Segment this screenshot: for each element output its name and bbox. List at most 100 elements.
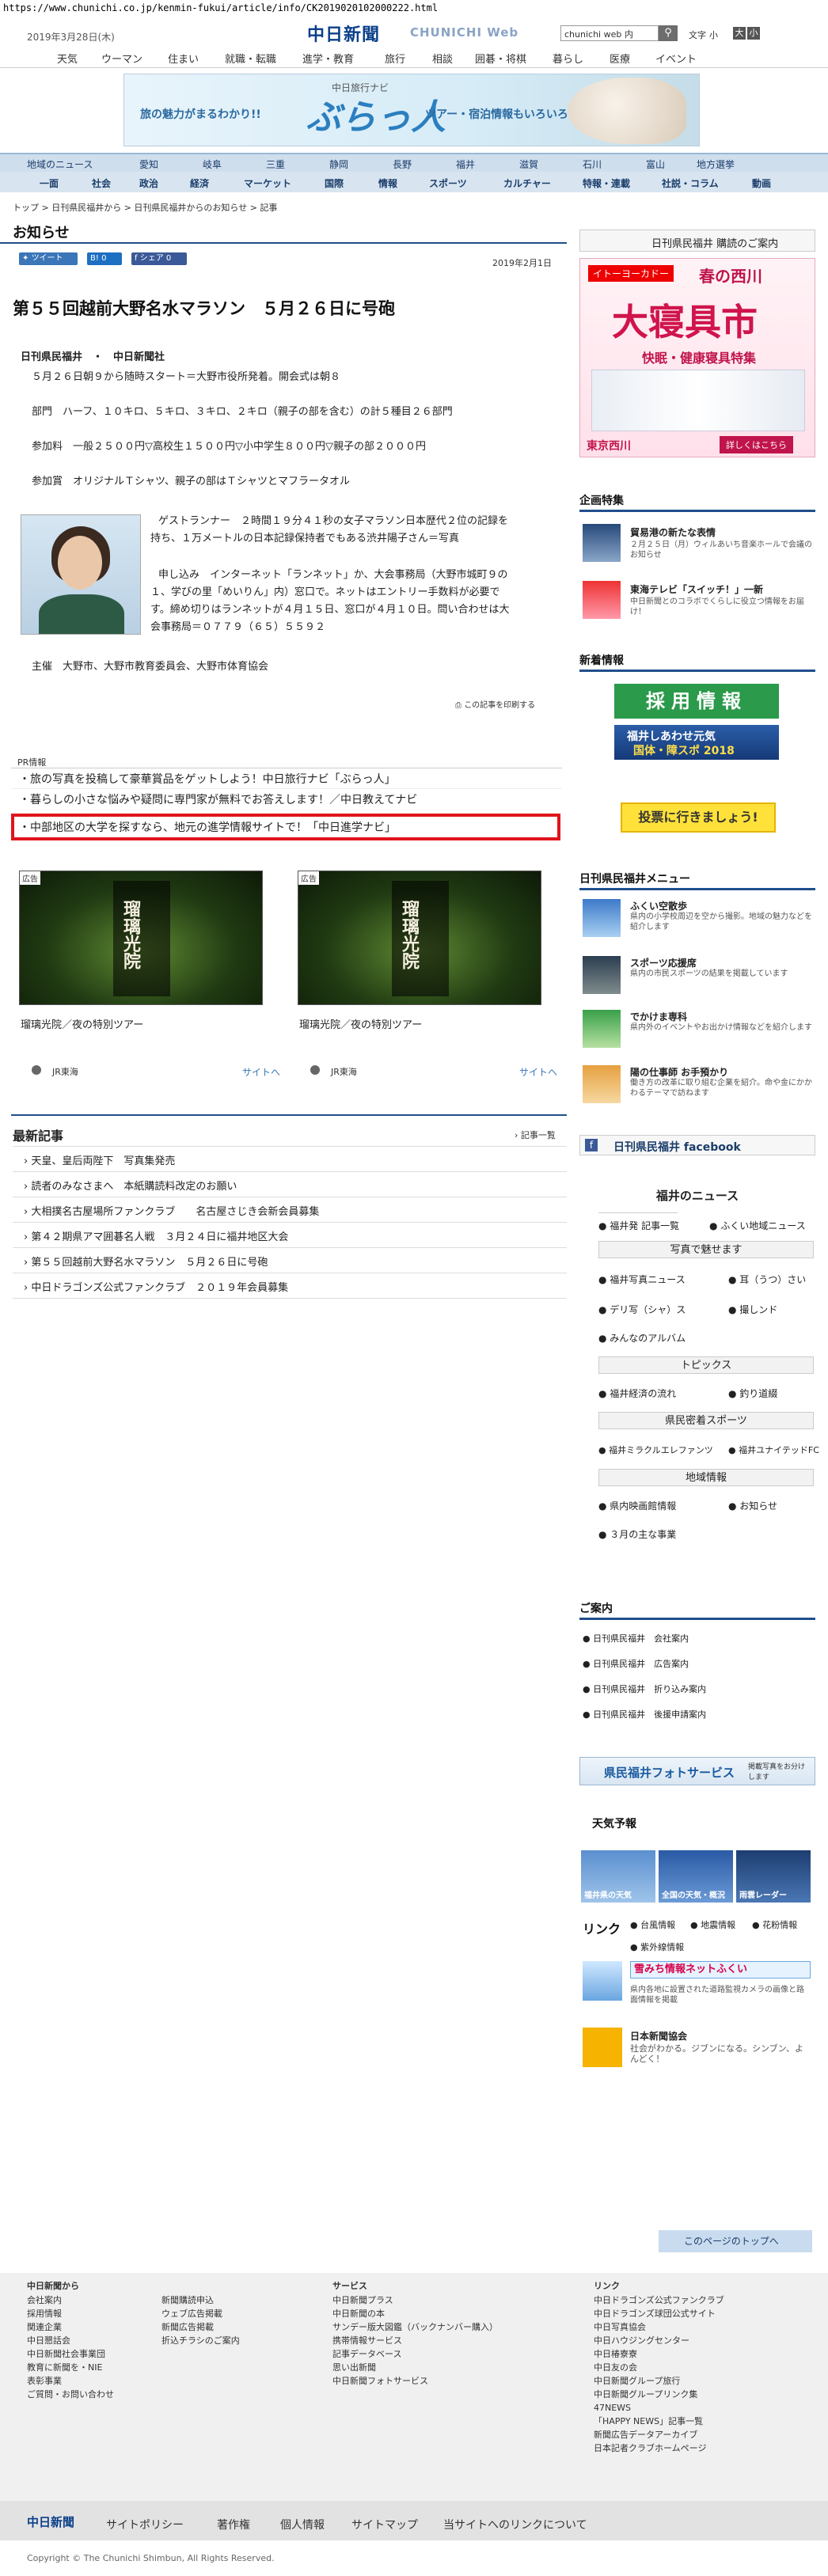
subscribe-banner[interactable]: 日刊県民福井 購読のご案内 xyxy=(579,230,815,252)
vote-banner[interactable]: 投票に行きましょう! xyxy=(621,802,776,833)
footer-link[interactable]: 中日椿寮寮 xyxy=(594,2347,815,2361)
ad-caption[interactable]: 瑠璃光院／夜の特別ツアー xyxy=(21,1016,143,1031)
fukui-link[interactable]: ● 福井ミラクルエレファンツ xyxy=(598,1444,713,1456)
regnav-item[interactable]: 国際 xyxy=(325,176,344,190)
ad-caption[interactable]: 瑠璃光院／夜の特別ツアー xyxy=(299,1016,422,1031)
ad-image[interactable]: 広告 瑠璃光院 xyxy=(19,871,263,1005)
kikaku-title[interactable]: 東海テレビ「スイッチ！」一新 xyxy=(630,582,763,596)
footer-link[interactable]: ご質問・お問い合わせ xyxy=(27,2388,146,2401)
footer-bottom-link[interactable]: 当サイトへのリンクについて xyxy=(443,2517,587,2532)
kikaku-title[interactable]: 貿易港の新たな表情 xyxy=(630,525,716,539)
links-item[interactable]: ● 紫外線情報 xyxy=(630,1941,684,1953)
regnav-item[interactable]: 特報・連載 xyxy=(583,176,630,190)
back-to-top-button[interactable]: このページのトップへ xyxy=(659,2230,812,2252)
facebook-share-button[interactable]: f シェア 0 xyxy=(131,252,187,265)
footer-link[interactable]: 表彰事業 xyxy=(27,2374,146,2388)
latest-item[interactable]: › 第４２期県アマ囲碁名人戦 ３月２４日に福井地区大会 xyxy=(24,1228,288,1243)
regnav-item[interactable]: 一面 xyxy=(40,176,59,190)
regnav-item[interactable]: 社会 xyxy=(92,176,111,190)
footer-link[interactable]: 記事データベース xyxy=(332,2347,570,2361)
topnav-item[interactable]: 進学・教育 xyxy=(302,51,354,66)
links-item[interactable]: ● 花粉情報 xyxy=(752,1918,797,1931)
footer-bottom-link[interactable]: 著作権 xyxy=(217,2517,250,2532)
fukui-link[interactable]: ● お知らせ xyxy=(728,1499,777,1512)
regnav-item[interactable]: 三重 xyxy=(266,157,285,171)
facebook-link[interactable]: f 日刊県民福井 facebook xyxy=(579,1135,815,1155)
footer-link[interactable]: 教育に新聞を・NIE xyxy=(27,2361,146,2374)
regnav-item[interactable]: 動画 xyxy=(752,176,771,190)
topnav-item[interactable]: 暮らし xyxy=(553,51,583,66)
kokutai-banner[interactable]: 福井しあわせ元気 国体・障スポ 2018 xyxy=(614,725,779,760)
footer-link[interactable]: 中日ドラゴンズ公式ファンクラブ xyxy=(594,2293,815,2307)
snow-road-thumb[interactable] xyxy=(583,1961,622,2001)
footer-link[interactable]: 中日新聞社会事業団 xyxy=(27,2347,146,2361)
recruit-banner[interactable]: 採用情報 xyxy=(614,684,779,719)
topnav-item[interactable]: 旅行 xyxy=(385,51,405,66)
regnav-item[interactable]: 経済 xyxy=(190,176,209,190)
topnav-item[interactable]: ウーマン xyxy=(101,51,142,66)
fukui-link[interactable]: ● みんなのアルバム xyxy=(598,1331,686,1345)
font-size-small-button[interactable]: 小 xyxy=(747,27,760,40)
footer-link[interactable]: 新聞広告掲載 xyxy=(161,2320,320,2334)
regnav-item[interactable]: 富山 xyxy=(646,157,665,171)
footer-link[interactable]: 中日懇話会 xyxy=(27,2334,146,2347)
regnav-item[interactable]: 石川 xyxy=(583,157,602,171)
topnav-item[interactable]: 相談 xyxy=(432,51,453,66)
menu-thumb[interactable] xyxy=(583,899,621,937)
regnav-item[interactable]: マーケット xyxy=(244,176,291,190)
footer-link[interactable]: サンデー版大図鑑（バックナンバー購入） xyxy=(332,2320,570,2334)
footer-link[interactable]: 中日新聞プラス xyxy=(332,2293,570,2307)
print-article-link[interactable]: ⎙ この記事を印刷する xyxy=(455,698,535,710)
fukui-link[interactable]: ● ３月の主な事業 xyxy=(598,1527,676,1541)
footer-link[interactable]: 新聞購読申込 xyxy=(161,2293,320,2307)
footer-link[interactable]: 中日ドラゴンズ球団公式サイト xyxy=(594,2307,815,2320)
footer-link[interactable]: 「HAPPY NEWS」記事一覧 xyxy=(594,2415,815,2428)
ad1-more-button[interactable]: 詳しくはこちら xyxy=(720,436,793,453)
site-logo-en[interactable]: CHUNICHI Web xyxy=(410,25,518,40)
footer-link[interactable]: 中日ハウジングセンター xyxy=(594,2334,815,2347)
pr-link[interactable]: ・旅の写真を投稿して豪華賞品をゲットしよう！中日旅行ナビ「ぶらっ人」 xyxy=(19,771,396,787)
fukui-link[interactable]: ● 県内映画館情報 xyxy=(598,1499,676,1512)
fukui-link[interactable]: ● 福井経済の流れ xyxy=(598,1387,676,1400)
pr-link[interactable]: ・中部地区の大学を探すなら、地元の進学情報サイトで！「中日進学ナビ」 xyxy=(19,819,396,835)
regnav-item[interactable]: 静岡 xyxy=(329,157,348,171)
fukui-link[interactable]: ● 福井ユナイテッドFC xyxy=(728,1444,819,1456)
regnav-item[interactable]: 地方選挙 xyxy=(697,157,735,171)
regnav-item[interactable]: 長野 xyxy=(393,157,412,171)
latest-item[interactable]: › 第５５回越前大野名水マラソン ５月２６日に号砲 xyxy=(24,1254,268,1269)
regnav-item[interactable]: 滋賀 xyxy=(519,157,538,171)
footer-link[interactable]: 折込チラシのご案内 xyxy=(161,2334,320,2347)
footer-link[interactable]: 思い出新聞 xyxy=(332,2361,570,2374)
footer-link[interactable]: 新聞広告データアーカイブ xyxy=(594,2428,815,2441)
hatena-button[interactable]: B! 0 xyxy=(87,252,122,265)
topnav-item[interactable]: 住まい xyxy=(168,51,199,66)
breadcrumb[interactable]: トップ > 日刊県民福井から > 日刊県民福井からのお知らせ > 記事 xyxy=(13,201,277,214)
links-item[interactable]: ● 地震情報 xyxy=(690,1918,735,1931)
menu-thumb[interactable] xyxy=(583,1065,621,1103)
latest-item[interactable]: › 天皇、皇后両陛下 写真集発売 xyxy=(24,1152,175,1167)
ad-site-link[interactable]: サイトへ xyxy=(519,1065,557,1079)
tweet-button[interactable]: ✦ ツイート xyxy=(19,252,78,265)
footer-link[interactable]: 中日写真協会 xyxy=(594,2320,815,2334)
fukui-link[interactable]: ● 耳（うつ）さい xyxy=(728,1273,806,1286)
travel-banner-ad[interactable]: 中日旅行ナビ ぶらっ人 旅の魅力がまるわかり!! ツアー・宿泊情報もいろいろ xyxy=(123,74,700,146)
latest-item[interactable]: › 中日ドラゴンズ公式ファンクラブ ２０１９年会員募集 xyxy=(24,1279,288,1294)
annai-link[interactable]: ● 日刊県民福井 折り込み案内 xyxy=(583,1683,706,1695)
latest-item[interactable]: › 読者のみなさまへ 本紙購読料改定のお願い xyxy=(24,1178,237,1193)
menu-title[interactable]: 陽の仕事師 お手預かり xyxy=(630,1065,728,1079)
ad-image[interactable]: 広告 瑠璃光院 xyxy=(298,871,541,1005)
links-item[interactable]: ● 台風情報 xyxy=(630,1918,675,1931)
menu-title[interactable]: スポーツ応援席 xyxy=(630,956,697,969)
latest-item[interactable]: › 大相撲名古屋場所ファンクラブ 名古屋さじき会新会員募集 xyxy=(24,1203,319,1218)
weather-tile[interactable]: 全国の天気・概況 xyxy=(659,1850,733,1903)
fukui-link[interactable]: ● 撮しンド xyxy=(728,1303,777,1316)
search-input[interactable]: chunichi web 内 xyxy=(560,25,659,41)
topnav-item[interactable]: イベント xyxy=(655,51,697,66)
footer-bottom-link[interactable]: サイトマップ xyxy=(351,2517,418,2532)
fukui-link[interactable]: ● 釣り道綴 xyxy=(728,1387,777,1400)
fukui-link[interactable]: ● 福井発 記事一覧 xyxy=(598,1219,679,1232)
annai-link[interactable]: ● 日刊県民福井 広告案内 xyxy=(583,1657,689,1670)
footer-link[interactable]: 中日新聞グループリンク集 xyxy=(594,2388,815,2401)
photo-service-banner[interactable]: 県民福井フォトサービス 掲載写真をお分けします xyxy=(579,1757,815,1785)
menu-title[interactable]: ふくい空散歩 xyxy=(630,899,687,912)
